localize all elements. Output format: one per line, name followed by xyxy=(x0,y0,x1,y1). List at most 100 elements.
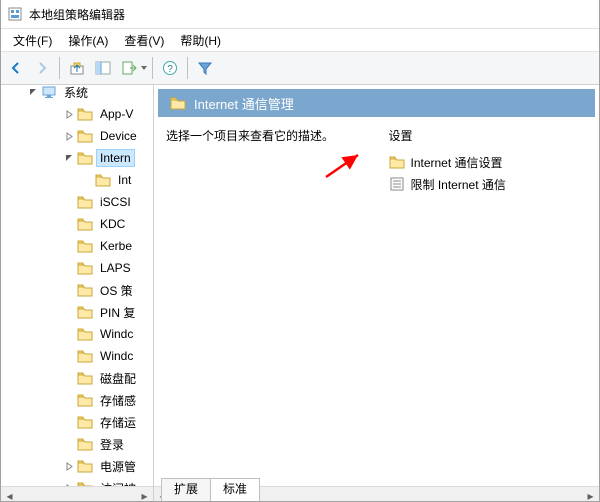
folder-icon xyxy=(77,128,93,144)
scroll-right-icon[interactable]: ▸ xyxy=(582,487,599,502)
computer-icon xyxy=(41,85,57,100)
tree-label: OS 策 xyxy=(97,281,136,300)
details-pane: 选择一个项目来查看它的描述。 设置 Internet 通信设置限制 Intern… xyxy=(154,119,599,482)
folder-icon xyxy=(77,260,93,276)
menu-bar: 文件(F) 操作(A) 查看(V) 帮助(H) xyxy=(1,29,599,51)
tree-node[interactable]: LAPS xyxy=(1,257,154,279)
tree-node[interactable]: 存储运 xyxy=(1,411,154,433)
export-dropdown-icon[interactable] xyxy=(140,56,148,80)
menu-file[interactable]: 文件(F) xyxy=(5,30,60,51)
tree-label: 磁盘配 xyxy=(97,369,139,388)
setting-item[interactable]: Internet 通信设置 xyxy=(389,152,588,172)
toolbar-divider xyxy=(59,57,60,79)
export-list-button[interactable] xyxy=(117,56,141,80)
window-title: 本地组策略编辑器 xyxy=(29,6,125,23)
folder-icon xyxy=(389,154,405,170)
setting-label: 限制 Internet 通信 xyxy=(411,176,506,193)
policy-icon xyxy=(389,176,405,192)
help-button[interactable]: ? xyxy=(158,56,182,80)
tab-standard[interactable]: 标准 xyxy=(210,478,260,501)
hint-text: 选择一个项目来查看它的描述。 xyxy=(166,129,334,143)
folder-icon xyxy=(77,348,93,364)
folder-icon xyxy=(77,282,93,298)
show-hide-tree-button[interactable] xyxy=(91,56,115,80)
tree-label: 电源管 xyxy=(97,457,139,476)
tree-label: KDC xyxy=(97,216,128,232)
view-tabs: 扩展 标准 xyxy=(161,479,259,501)
settings-column: 设置 Internet 通信设置限制 Internet 通信 xyxy=(389,127,588,474)
app-icon xyxy=(7,6,23,22)
tree-label: 系统 xyxy=(61,85,91,102)
tree-label: Device xyxy=(97,128,140,144)
folder-icon xyxy=(77,326,93,342)
content-title: Internet 通信管理 xyxy=(194,94,294,113)
folder-icon xyxy=(77,106,93,122)
tree-node-root[interactable]: 系统 xyxy=(1,85,154,103)
folder-icon xyxy=(77,370,93,386)
tree-node[interactable]: KDC xyxy=(1,213,154,235)
tree-node[interactable]: Device xyxy=(1,125,154,147)
tree-node[interactable]: Windc xyxy=(1,345,154,367)
tree-node[interactable]: Intern xyxy=(1,147,154,169)
tree-node[interactable]: OS 策 xyxy=(1,279,154,301)
scroll-right-icon[interactable]: ▸ xyxy=(136,487,153,502)
back-button[interactable] xyxy=(4,56,28,80)
tree-label: PIN 复 xyxy=(97,303,138,322)
tree-node[interactable]: 电源管 xyxy=(1,455,154,477)
folder-icon xyxy=(95,172,111,188)
menu-help[interactable]: 帮助(H) xyxy=(172,30,229,51)
tree-node[interactable]: 存储感 xyxy=(1,389,154,411)
menu-view[interactable]: 查看(V) xyxy=(116,30,172,51)
tree-label: Int xyxy=(115,172,134,188)
scroll-left-icon[interactable]: ◂ xyxy=(1,487,18,502)
folder-icon xyxy=(77,414,93,430)
collapse-icon[interactable] xyxy=(61,150,77,166)
tree-label: Intern xyxy=(97,150,134,166)
tree-label: iSCSI xyxy=(97,194,134,210)
tree-label: App-V xyxy=(97,106,136,122)
filter-button[interactable] xyxy=(193,56,217,80)
expand-icon[interactable] xyxy=(61,106,77,122)
collapse-icon[interactable] xyxy=(25,85,41,100)
tree-node[interactable]: iSCSI xyxy=(1,191,154,213)
tree-node[interactable]: 磁盘配 xyxy=(1,367,154,389)
tree-label: 存储运 xyxy=(97,413,139,432)
folder-icon xyxy=(77,458,93,474)
forward-button xyxy=(30,56,54,80)
tree-label: 存储感 xyxy=(97,391,139,410)
title-bar: 本地组策略编辑器 xyxy=(1,0,599,29)
tab-extended[interactable]: 扩展 xyxy=(161,478,211,501)
tree-label: Windc xyxy=(97,348,136,364)
tree-node[interactable]: PIN 复 xyxy=(1,301,154,323)
menu-action[interactable]: 操作(A) xyxy=(60,30,116,51)
expand-icon[interactable] xyxy=(61,458,77,474)
setting-item[interactable]: 限制 Internet 通信 xyxy=(389,174,588,194)
folder-icon xyxy=(77,436,93,452)
description-column: 选择一个项目来查看它的描述。 xyxy=(166,127,365,474)
setting-label: Internet 通信设置 xyxy=(411,154,503,171)
tree-node[interactable]: Kerbe xyxy=(1,235,154,257)
tree-node[interactable]: Int xyxy=(1,169,154,191)
tree-node[interactable]: App-V xyxy=(1,103,154,125)
folder-icon xyxy=(77,150,93,166)
tree-node[interactable]: 登录 xyxy=(1,433,154,455)
expand-icon[interactable] xyxy=(61,128,77,144)
folder-icon xyxy=(77,194,93,210)
folder-icon xyxy=(77,216,93,232)
body-split: 系统 App-V Device Intern Int iSCSI KDC Kerbe LAPS O… xyxy=(1,85,599,502)
content-pane: Internet 通信管理 选择一个项目来查看它的描述。 设置 Internet… xyxy=(154,85,599,502)
up-button[interactable] xyxy=(65,56,89,80)
tree-label: Kerbe xyxy=(97,238,135,254)
content-header: Internet 通信管理 xyxy=(158,89,595,117)
toolbar-divider xyxy=(152,57,153,79)
tree-hscrollbar[interactable]: ◂ ▸ xyxy=(1,486,153,502)
tree-node[interactable]: Windc xyxy=(1,323,154,345)
folder-icon xyxy=(170,95,186,111)
tree-pane[interactable]: 系统 App-V Device Intern Int iSCSI KDC Kerbe LAPS O… xyxy=(1,85,154,502)
toolbar-divider xyxy=(187,57,188,79)
folder-icon xyxy=(77,238,93,254)
tree-label: Windc xyxy=(97,326,136,342)
toolbar: ? xyxy=(1,51,599,85)
svg-text:?: ? xyxy=(167,64,173,75)
folder-icon xyxy=(77,392,93,408)
